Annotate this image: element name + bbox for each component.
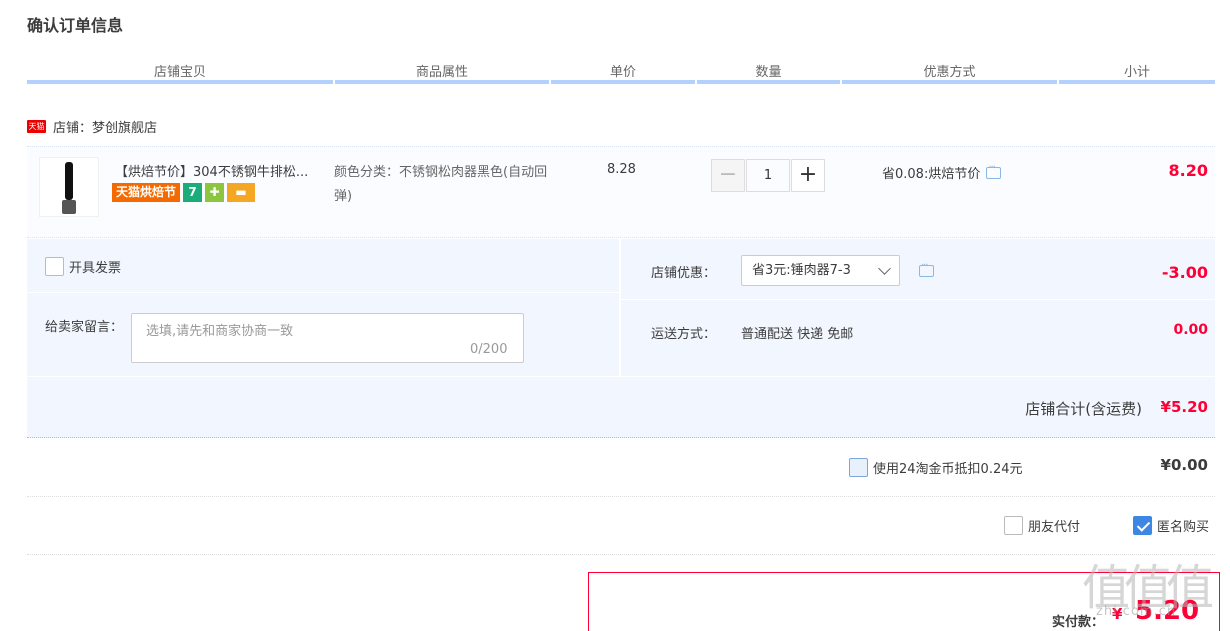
item-discount: 省0.08:烘焙节价 [882,162,1002,182]
divider [27,496,1215,497]
invoice-option[interactable]: 开具发票 [45,257,121,276]
col-header-quantity: 数量 [755,65,782,80]
shop-total-value: ¥5.20 [1160,398,1208,416]
message-char-count: 0/200 [470,342,508,357]
coin-deduction-option[interactable]: 使用24淘金币抵扣0.24元 [849,458,1023,477]
message-placeholder: 选填,请先和商家协商一致 [146,324,294,339]
anonymous-checkbox[interactable] [1133,516,1152,535]
quantity-decrease-button[interactable]: − [711,159,745,192]
product-title-link[interactable]: 【烘焙节价】304不锈钢牛排松... [115,161,308,180]
tmall-icon: 天猫 [27,120,46,133]
chevron-down-icon [878,262,891,275]
tenderizer-head-icon [62,200,76,214]
page-title: 确认订单信息 [27,16,124,35]
coin-amount: ¥0.00 [1160,456,1208,474]
coin-checkbox[interactable] [849,458,868,477]
meat-tenderizer-icon [65,162,73,200]
order-options-right [621,239,1215,376]
baking-festival-tag: 天猫烘焙节 [112,183,181,202]
shop-promo-select[interactable]: 省3元:锤肉器7-3 [741,255,900,286]
divider [27,554,1215,555]
col-header-attributes: 商品属性 [415,65,468,80]
friend-pay-label[interactable]: 朋友代付 [1028,516,1080,535]
col-underline [842,80,1057,84]
shop-promo-value: 省3元:锤肉器7-3 [752,263,851,278]
col-underline [27,80,333,84]
anonymous-purchase-option[interactable]: 匿名购买 [1133,516,1209,535]
divider [621,299,1215,300]
invoice-label[interactable]: 开具发票 [69,257,121,276]
shop-header: 天猫 店铺：梦创旗舰店 [27,117,157,136]
chat-icon[interactable] [919,260,934,277]
anonymous-label[interactable]: 匿名购买 [1157,516,1209,535]
quantity-input[interactable]: 1 [746,159,790,192]
invoice-checkbox[interactable] [45,257,64,276]
col-underline [1059,80,1215,84]
coin-label[interactable]: 使用24淘金币抵扣0.24元 [873,458,1023,477]
shipping-amount: 0.00 [1173,322,1208,338]
friend-pay-checkbox[interactable] [1004,516,1023,535]
shop-promo-amount: -3.00 [1161,263,1208,282]
item-subtotal: 8.20 [1168,161,1208,180]
guarantee-icon[interactable]: ✚ [205,183,225,202]
card-payment-icon[interactable]: ▬ [227,183,256,202]
chat-icon[interactable] [986,162,1002,179]
col-header-subtotal: 小计 [1123,65,1150,80]
col-header-shop-item: 店铺宝贝 [153,65,206,80]
shop-total-label: 店铺合计(含运费) [1025,400,1142,418]
col-header-discount: 优惠方式 [923,65,976,80]
shipping-label: 运送方式： [651,327,717,342]
shop-promo-label: 店铺优惠： [651,266,717,281]
site-watermark-url: zhi.com.cn [1096,604,1177,619]
product-thumbnail[interactable] [39,157,99,217]
product-tags: 天猫烘焙节 7 ✚ ▬ [112,183,256,202]
item-discount-text: 省0.08:烘焙节价 [882,167,981,182]
col-underline [697,80,840,84]
product-attributes: 颜色分类：不锈钢松肉器黑色(自动回弹) [334,165,548,204]
divider [27,292,619,293]
quantity-increase-button[interactable]: + [791,159,825,192]
unit-price: 8.28 [607,162,636,177]
shop-name[interactable]: 店铺：梦创旗舰店 [53,117,157,136]
col-underline [335,80,549,84]
shipping-method: 普通配送 快递 免邮 [741,327,854,342]
seven-day-return-icon[interactable]: 7 [183,183,203,202]
col-underline [551,80,695,84]
message-label: 给卖家留言： [45,320,124,335]
col-header-unit-price: 单价 [609,65,636,80]
friend-pay-option[interactable]: 朋友代付 [1004,516,1080,535]
